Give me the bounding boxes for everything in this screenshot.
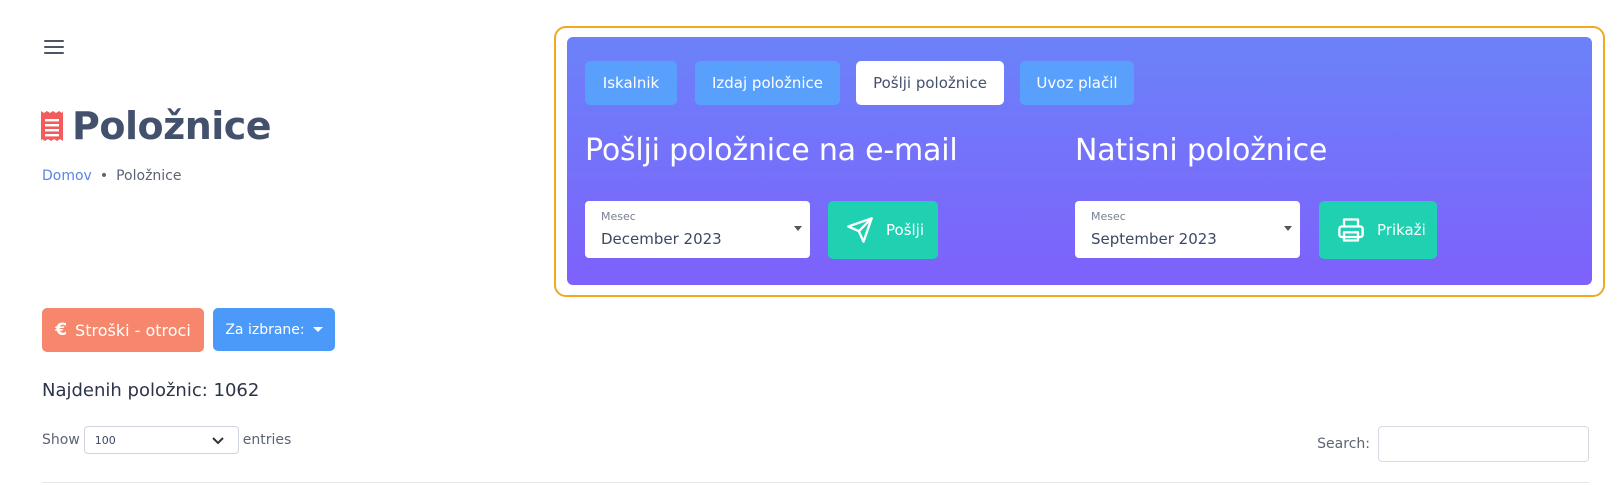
page-title-area: Položnice: [40, 104, 272, 148]
breadcrumb-home-link[interactable]: Domov: [42, 168, 92, 184]
entries-select-value: 100: [94, 433, 116, 447]
print-month-select-value: September 2023: [1091, 230, 1217, 248]
for-selected-label: Za izbrane:: [225, 321, 305, 338]
breadcrumb-separator: •: [99, 168, 109, 184]
email-month-select-label: Mesec: [601, 210, 636, 223]
send-button[interactable]: Pošlji: [828, 201, 938, 259]
table-top-divider: [42, 482, 1589, 483]
euro-icon: €: [55, 320, 68, 340]
show-label: Show: [42, 432, 80, 448]
entries-label: entries: [242, 432, 292, 448]
breadcrumb: Domov • Položnice: [42, 168, 182, 184]
show-print-button-label: Prikaži: [1377, 221, 1426, 239]
email-month-select-value: December 2023: [601, 230, 722, 248]
print-month-select[interactable]: Mesec September 2023: [1075, 201, 1300, 258]
tab-send-invoices[interactable]: Pošlji položnice: [856, 61, 1004, 105]
printer-icon: [1338, 218, 1364, 242]
print-section-title: Natisni položnice: [1075, 133, 1328, 168]
for-selected-dropdown-button[interactable]: Za izbrane:: [213, 308, 335, 351]
hamburger-menu-icon[interactable]: [44, 40, 64, 56]
costs-children-label: Stroški - otroci: [75, 320, 191, 340]
print-month-select-label: Mesec: [1091, 210, 1126, 223]
tab-issue-invoices[interactable]: Izdaj položnice: [695, 61, 840, 105]
tab-import-payments[interactable]: Uvoz plačil: [1020, 61, 1134, 105]
send-button-label: Pošlji: [886, 221, 925, 239]
tab-search[interactable]: Iskalnik: [585, 61, 677, 105]
search-input[interactable]: [1378, 426, 1589, 462]
caret-down-icon: [312, 327, 323, 332]
show-print-button[interactable]: Prikaži: [1319, 201, 1437, 259]
email-month-select[interactable]: Mesec December 2023: [585, 201, 810, 258]
breadcrumb-current: Položnice: [116, 168, 182, 184]
search-label: Search:: [1317, 436, 1370, 452]
send-icon: [847, 217, 873, 243]
email-section-title: Pošlji položnice na e-mail: [585, 133, 958, 168]
found-count: Najdenih položnic: 1062: [42, 380, 260, 401]
send-invoices-panel: Iskalnik Izdaj položnice Pošlji položnic…: [567, 37, 1592, 285]
costs-children-button[interactable]: € Stroški - otroci: [42, 308, 204, 352]
chevron-down-icon: [1284, 226, 1292, 231]
chevron-down-icon: [794, 226, 802, 231]
entries-select[interactable]: 100: [83, 426, 239, 454]
chevron-down-icon: [212, 437, 224, 445]
page-title: Položnice: [72, 104, 272, 148]
table-search: Search:: [1317, 426, 1589, 462]
receipt-icon: [41, 111, 63, 141]
show-entries-control: Show 100 entries: [42, 426, 291, 454]
